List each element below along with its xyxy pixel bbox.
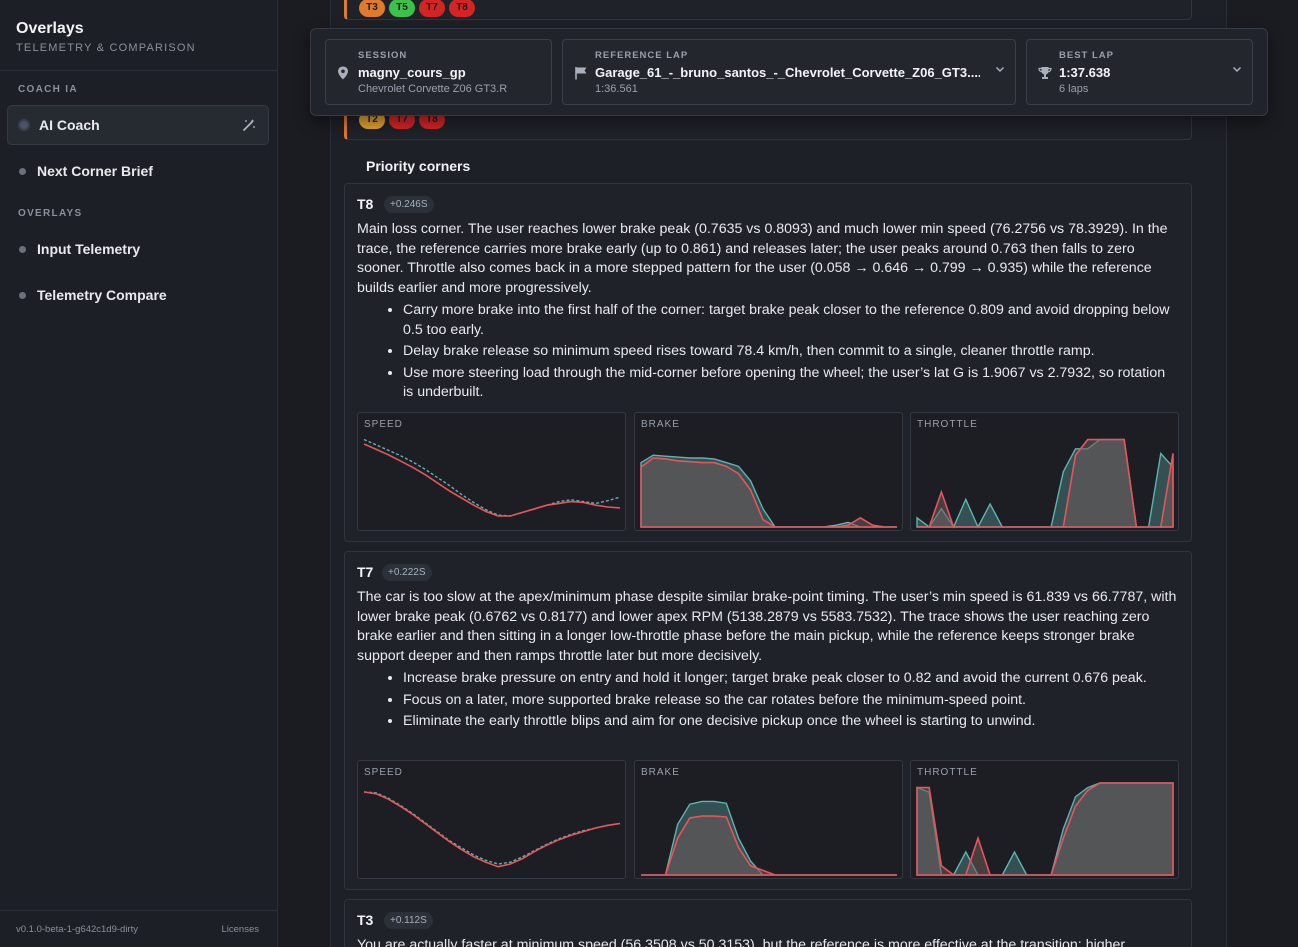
time-delta-badge: +0.222S [382,564,432,581]
user-speed-line [363,791,621,868]
corner-chip-t5[interactable]: T5 [389,0,415,17]
speed-chart: SPEED [357,760,626,879]
session-caption: SESSION [358,50,408,61]
location-pin-icon [337,66,349,83]
corner-summary-card: T3 T5 T7 T8 [344,0,1192,20]
section-label-coach: COACH IA [18,84,78,95]
sidebar-item-label: Next Corner Brief [37,163,153,179]
trophy-icon [1038,66,1052,83]
sidebar-footer: v0.1.0-beta-1-g642c1d9-dirty Licenses [0,910,277,947]
reference-speed-line [363,438,621,517]
sidebar-item-label: Telemetry Compare [37,287,167,303]
status-dot-icon [20,121,28,129]
priority-corners-title: Priority corners [366,158,471,174]
corner-description: The car is too slow at the apex/minimum … [357,589,1177,664]
session-header: SESSION magny_cours_gp Chevrolet Corvett… [310,28,1268,116]
sidebar-item-label: Input Telemetry [37,241,141,257]
sidebar-item-next-corner-brief[interactable]: Next Corner Brief [7,151,269,191]
reference-speed-line [363,791,621,865]
status-dot-icon [19,167,26,175]
chart-label: BRAKE [641,419,680,430]
tip-item: Carry more brake into the first half of … [403,301,1178,340]
tip-item: Use more steering load through the mid-c… [403,364,1178,403]
corner-card-t8: T8 +0.246S Main loss corner. The user re… [344,183,1192,542]
speed-chart: SPEED [357,412,626,531]
corner-tips: Increase brake pressure on entry and hol… [403,669,1178,734]
corner-chip-t8[interactable]: T8 [449,0,475,17]
corner-name: T3 [357,912,374,928]
corner-card-t3: T3 +0.112S You are actually faster at mi… [344,899,1192,947]
tip-item: Increase brake pressure on entry and hol… [403,669,1178,689]
magic-wand-icon[interactable] [242,118,256,135]
session-car: Chevrolet Corvette Z06 GT3.R [358,83,508,95]
tip-item: Delay brake release so minimum speed ris… [403,342,1178,362]
sidebar-item-label: AI Coach [39,117,100,133]
status-dot-icon [19,291,26,299]
app-title: Overlays [16,20,84,37]
corner-chip-t3[interactable]: T3 [359,0,385,17]
user-speed-line [363,443,621,517]
best-lap-caption: BEST LAP [1059,50,1114,61]
section-label-overlays: OVERLAYS [18,208,83,219]
sidebar-item-ai-coach[interactable]: AI Coach [7,105,269,145]
main-area: T3 T5 T7 T8 T2 T7 T8 Priority corners T8 +0.2… [278,0,1298,947]
status-dot-icon [19,245,26,253]
chart-label: SPEED [364,767,403,778]
brand: Overlays TELEMETRY & COMPARISON [0,0,277,71]
session-selector[interactable]: SESSION magny_cours_gp Chevrolet Corvett… [325,39,552,105]
throttle-chart: THROTTLE [910,760,1179,879]
best-lap-value: 1:37.638 [1059,65,1111,80]
tip-item: Eliminate the early throttle blips and a… [403,712,1178,732]
reference-value: Garage_61_-_bruno_santos_-_Chevrolet_Cor… [595,65,980,80]
time-delta-badge: +0.112S [384,912,433,929]
brake-chart: BRAKE [634,760,903,879]
reference-caption: REFERENCE LAP [595,50,689,61]
corner-description: Main loss corner. The user reaches lower… [357,221,1168,296]
corner-name: T7 [357,564,374,580]
corner-chip-t7[interactable]: T7 [419,0,445,17]
brake-chart: BRAKE [634,412,903,531]
corner-description: You are actually faster at minimum speed… [357,937,1126,947]
chart-label: THROTTLE [917,419,978,430]
chevron-down-icon[interactable] [1232,64,1242,77]
version-label: v0.1.0-beta-1-g642c1d9-dirty [16,923,138,935]
chart-label: SPEED [364,419,403,430]
reference-time: 1:36.561 [595,83,638,95]
licenses-link[interactable]: Licenses [222,924,260,935]
sidebar-item-telemetry-compare[interactable]: Telemetry Compare [7,275,269,315]
user-area [916,782,1174,876]
reference-lap-selector[interactable]: REFERENCE LAP Garage_61_-_bruno_santos_-… [562,39,1016,105]
chevron-down-icon[interactable] [995,64,1005,77]
session-value: magny_cours_gp [358,65,466,80]
flag-icon [574,66,588,83]
sidebar-item-input-telemetry[interactable]: Input Telemetry [7,229,269,269]
corner-chips: T3 T5 T7 T8 [359,0,475,17]
sidebar: Overlays TELEMETRY & COMPARISON COACH IA… [0,0,278,947]
corner-card-t7: T7 +0.222S The car is too slow at the ap… [344,551,1192,890]
chart-label: BRAKE [641,767,680,778]
throttle-chart: THROTTLE [910,412,1179,531]
app-subtitle: TELEMETRY & COMPARISON [16,42,196,54]
best-lap-selector[interactable]: BEST LAP 1:37.638 6 laps [1026,39,1253,105]
tip-item: Focus on a later, more supported brake r… [403,691,1178,711]
coach-content[interactable]: T3 T5 T7 T8 T2 T7 T8 Priority corners T8 +0.2… [330,0,1227,947]
corner-tips: Carry more brake into the first half of … [403,301,1178,405]
user-area [917,438,1174,528]
corner-name: T8 [357,196,374,212]
lap-count: 6 laps [1059,83,1089,95]
chart-label: THROTTLE [917,767,978,778]
time-delta-badge: +0.246S [384,196,434,213]
